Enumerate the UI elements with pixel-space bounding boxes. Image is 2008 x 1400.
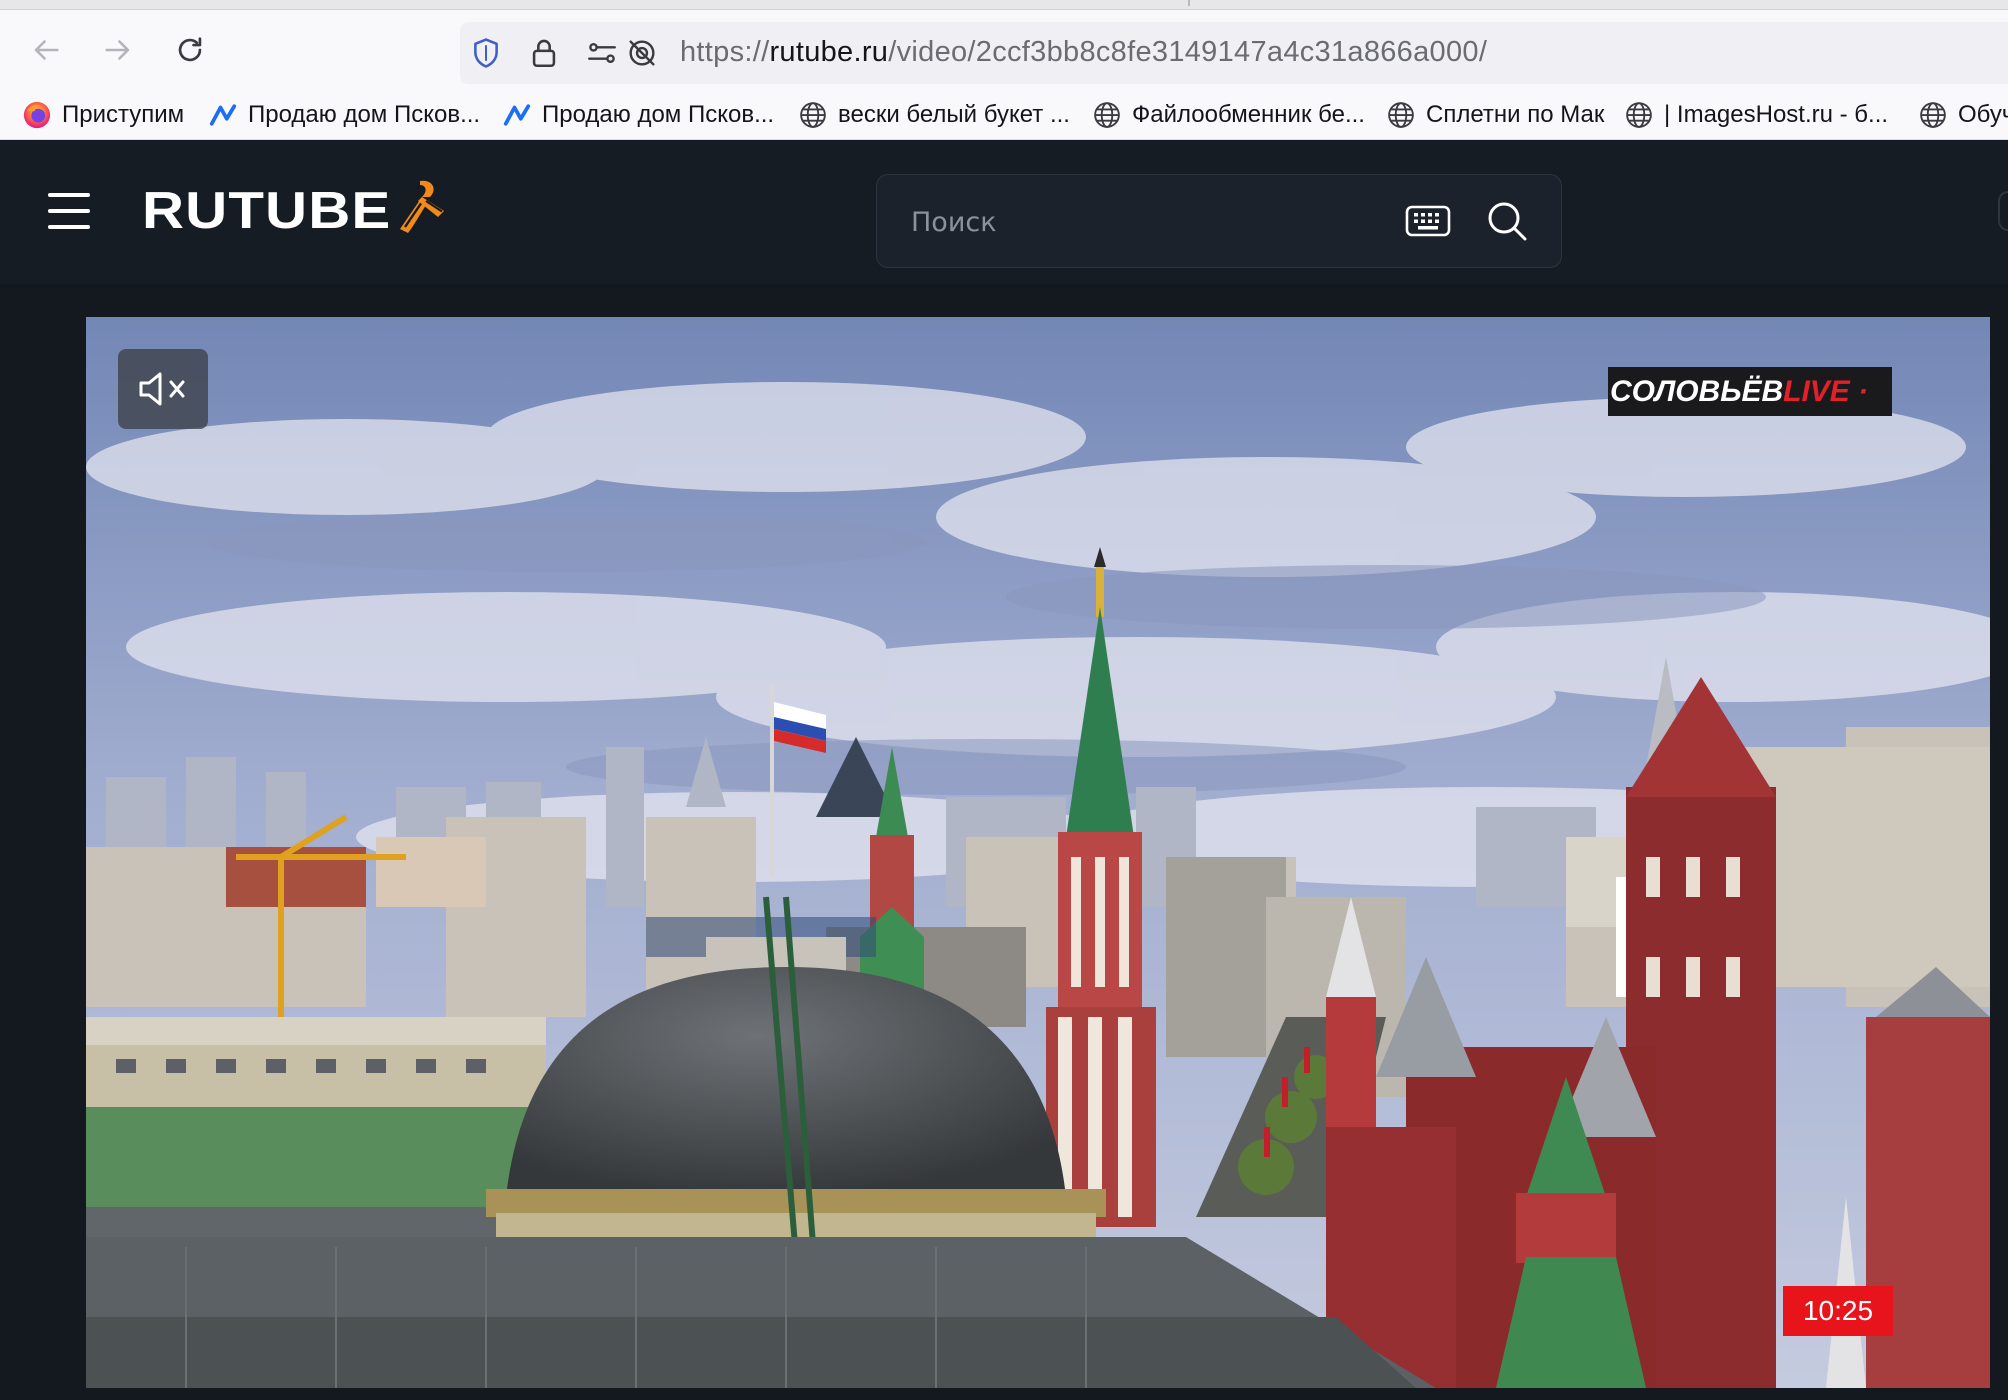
firefox-icon: [23, 101, 51, 129]
bookmark-item[interactable]: Файлообменник бе...: [1092, 98, 1365, 132]
globe-icon: [1626, 102, 1652, 128]
bookmark-label: Сплетни по Мак: [1426, 101, 1605, 128]
tab-separator: [1188, 0, 1190, 6]
permissions-icon[interactable]: [584, 35, 620, 71]
url-path: /video/2ccf3bb8c8fe3149147a4c31a866a000/: [888, 36, 1488, 68]
bookmark-label: | ImagesHost.ru - б...: [1664, 101, 1889, 128]
hamburger-menu-icon[interactable]: [48, 191, 92, 231]
url-text[interactable]: https://rutube.ru/video/2ccf3bb8c8fe3149…: [680, 36, 1487, 69]
bookmark-label: Обуч: [1958, 101, 2008, 128]
st-george-ribbon-icon: [400, 180, 444, 233]
header-right-control[interactable]: [1998, 191, 2008, 231]
bookmark-item[interactable]: Обуч: [1918, 98, 2008, 132]
channel-name: СОЛОВЬЁВ: [1610, 374, 1784, 408]
channel-watermark: СОЛОВЬЁВ LIVE ·: [1608, 367, 1892, 416]
site-header: RUTUBE: [0, 141, 2008, 284]
bookmark-item[interactable]: Сплетни по Мак: [1386, 98, 1604, 132]
live-time-badge: 10:25: [1783, 1286, 1893, 1336]
avito-icon: [209, 104, 237, 126]
tracking-protection-off-icon[interactable]: [624, 35, 660, 71]
globe-icon: [1094, 102, 1120, 128]
search-input[interactable]: [911, 175, 1391, 269]
url-host: rutube.ru: [769, 36, 889, 68]
keyboard-icon[interactable]: [1405, 201, 1451, 241]
channel-live-label: LIVE ·: [1783, 374, 1869, 408]
bookmark-label: Продаю дом Псков...: [248, 101, 481, 128]
bookmark-label: Продаю дом Псков...: [542, 101, 775, 128]
reload-icon: [178, 37, 202, 62]
speaker-muted-icon: [139, 372, 185, 406]
reload-button[interactable]: [164, 24, 216, 76]
bookmark-item[interactable]: | ImagesHost.ru - б...: [1624, 98, 1888, 132]
avito-icon: [503, 104, 531, 126]
bookmarks-toolbar: Приступим Продаю дом Псков... Продаю дом…: [0, 90, 2008, 140]
address-bar[interactable]: https://rutube.ru/video/2ccf3bb8c8fe3149…: [460, 22, 2008, 84]
browser-toolbar: https://rutube.ru/video/2ccf3bb8c8fe3149…: [0, 10, 2008, 90]
lock-icon[interactable]: [526, 35, 562, 71]
shield-icon[interactable]: [468, 35, 504, 71]
forward-button[interactable]: [92, 24, 144, 76]
bookmark-label: вески белый букет ...: [838, 101, 1070, 128]
bookmark-item[interactable]: вески белый букет ...: [798, 98, 1070, 132]
arrow-right-icon: [105, 40, 130, 60]
video-player[interactable]: СОЛОВЬЁВ LIVE · 10:25: [86, 317, 1990, 1388]
bookmark-item[interactable]: Продаю дом Псков...: [502, 98, 774, 132]
browser-tab-strip: [0, 0, 2008, 10]
bookmark-label: Приступим: [62, 101, 185, 128]
globe-icon: [800, 102, 826, 128]
bookmark-item[interactable]: Приступим: [22, 98, 184, 132]
arrow-left-icon: [34, 40, 59, 60]
globe-icon: [1920, 102, 1946, 128]
search-box: [876, 174, 1562, 269]
globe-icon: [1388, 102, 1414, 128]
logo-text: RUTUBE: [142, 182, 392, 240]
url-scheme: https://: [680, 36, 770, 68]
video-frame-kremlin-view: [86, 317, 1990, 1388]
mute-button[interactable]: [118, 349, 208, 429]
search-icon[interactable]: [1485, 199, 1529, 243]
bookmark-label: Файлообменник бе...: [1132, 101, 1365, 128]
rutube-logo[interactable]: RUTUBE: [142, 180, 444, 241]
back-button[interactable]: [20, 24, 72, 76]
bookmark-item[interactable]: Продаю дом Псков...: [208, 98, 480, 132]
